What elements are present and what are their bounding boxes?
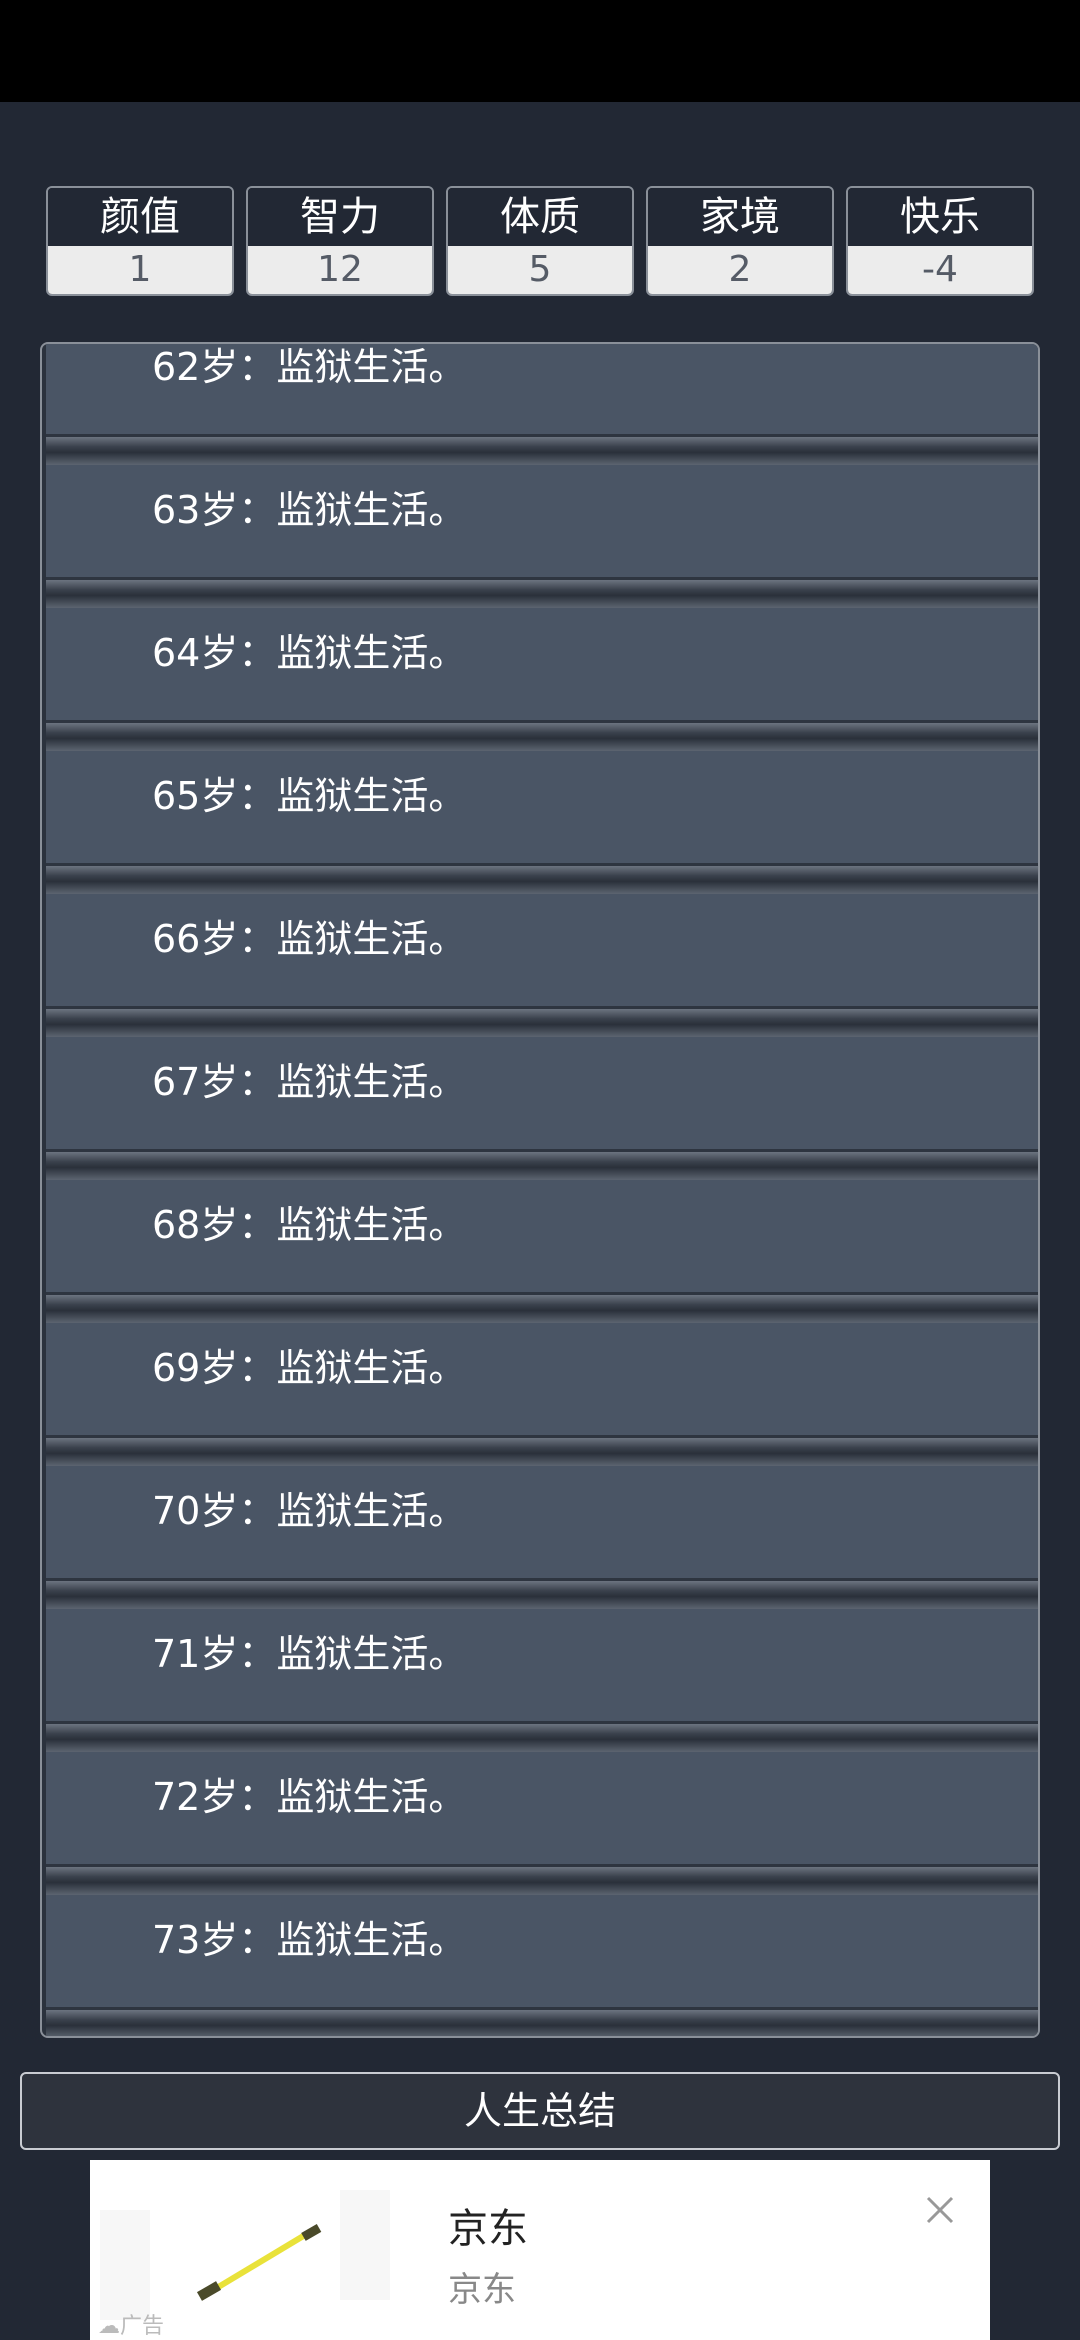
log-age: 71岁：: [152, 1632, 277, 1676]
log-text: 监狱生活。: [276, 1775, 467, 1819]
life-log-list: 62岁： 监狱生活。 63岁： 监狱生活。 64岁： 监狱生活。 65岁： 监狱生活。 66岁：…: [42, 344, 1038, 2036]
log-text: 监狱生活。: [276, 1632, 467, 1676]
stat-label: 颜值: [48, 188, 232, 246]
log-entry: 73岁： 监狱生活。: [46, 1895, 1038, 2036]
life-log-panel[interactable]: 62岁： 监狱生活。 63岁： 监狱生活。 64岁： 监狱生活。 65岁： 监狱生活。 66岁：…: [40, 342, 1040, 2038]
log-text: 监狱生活。: [276, 1203, 467, 1247]
stat-label: 体质: [448, 188, 632, 246]
stat-label: 智力: [248, 188, 432, 246]
log-text: 监狱生活。: [276, 1918, 467, 1962]
ad-label: ☁广告: [98, 2308, 164, 2340]
log-age: 72岁：: [152, 1775, 277, 1819]
log-entry: 69岁： 监狱生活。: [46, 1323, 1038, 1466]
log-entry: 64岁： 监狱生活。: [46, 608, 1038, 751]
status-bar: [0, 0, 1080, 102]
log-text: 监狱生活。: [276, 345, 467, 389]
log-text: 监狱生活。: [276, 774, 467, 818]
log-entry: 68岁： 监狱生活。: [46, 1180, 1038, 1323]
ad-subtitle: 京东: [448, 2270, 516, 2310]
log-text: 监狱生活。: [276, 631, 467, 675]
log-text: 监狱生活。: [276, 917, 467, 961]
log-entry: 72岁： 监狱生活。: [46, 1752, 1038, 1895]
log-text: 监狱生活。: [276, 1060, 467, 1104]
ad-title[interactable]: 京东: [448, 2196, 528, 2254]
life-summary-button[interactable]: 人生总结: [20, 2072, 1060, 2150]
log-entry: 66岁： 监狱生活。: [46, 894, 1038, 1037]
stat-value: 2: [648, 246, 832, 294]
log-age: 73岁：: [152, 1918, 277, 1962]
cloud-icon: ☁: [98, 2314, 120, 2339]
stat-value: 1: [48, 246, 232, 294]
log-text: 监狱生活。: [276, 488, 467, 532]
log-age: 66岁：: [152, 917, 277, 961]
stat-appearance: 颜值 1: [46, 186, 234, 296]
log-age: 67岁：: [152, 1060, 277, 1104]
ad-label-text: 广告: [120, 2314, 165, 2339]
stat-intelligence: 智力 12: [246, 186, 434, 296]
log-age: 62岁：: [152, 345, 277, 389]
stat-label: 快乐: [848, 188, 1032, 246]
log-text: 监狱生活。: [276, 1489, 467, 1533]
stat-family: 家境 2: [646, 186, 834, 296]
log-entry: 71岁： 监狱生活。: [46, 1609, 1038, 1752]
stat-value: 5: [448, 246, 632, 294]
stat-label: 家境: [648, 188, 832, 246]
stat-value: 12: [248, 246, 432, 294]
stat-value: -4: [848, 246, 1032, 294]
stat-constitution: 体质 5: [446, 186, 634, 296]
attribute-bar: 颜值 1 智力 12 体质 5 家境 2 快乐 -4: [46, 186, 1034, 296]
log-entry: 70岁： 监狱生活。: [46, 1466, 1038, 1609]
close-icon[interactable]: [920, 2190, 960, 2230]
log-age: 64岁：: [152, 631, 277, 675]
log-age: 68岁：: [152, 1203, 277, 1247]
log-age: 69岁：: [152, 1346, 277, 1390]
log-entry: 67岁： 监狱生活。: [46, 1037, 1038, 1180]
log-entry: 65岁： 监狱生活。: [46, 751, 1038, 894]
log-age: 63岁：: [152, 488, 277, 532]
stat-happiness: 快乐 -4: [846, 186, 1034, 296]
log-entry: 63岁： 监狱生活。: [46, 465, 1038, 608]
log-text: 监狱生活。: [276, 1346, 467, 1390]
log-age: 65岁：: [152, 774, 277, 818]
ad-banner[interactable]: ☁广告 京东 京东: [90, 2160, 990, 2340]
log-age: 70岁：: [152, 1489, 277, 1533]
log-entry: 62岁： 监狱生活。: [46, 344, 1038, 465]
